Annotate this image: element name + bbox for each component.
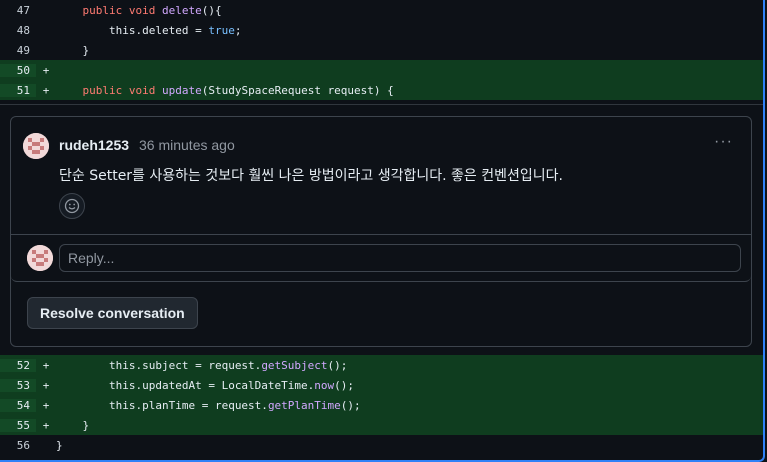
reply-input[interactable]: [59, 244, 741, 272]
reply-row: [11, 234, 751, 282]
code-token: void: [128, 3, 162, 17]
resolve-conversation-button[interactable]: Resolve conversation: [27, 297, 198, 329]
code-token: ;: [234, 23, 242, 37]
diff-view: 47 public void delete(){48 this.deleted …: [0, 0, 765, 462]
review-thread-container: rudeh1253 36 minutes ago ··· 단순 Setter를 …: [0, 104, 763, 356]
code-token: this.deleted =: [108, 23, 209, 37]
line-number[interactable]: 51: [0, 83, 36, 97]
diff-line-added: 55 + }: [0, 415, 763, 435]
diff-marker: +: [42, 83, 50, 97]
diff-line-context: 56}: [0, 435, 763, 455]
line-number[interactable]: 48: [0, 24, 36, 37]
diff-marker: +: [42, 378, 50, 392]
diff-hunk-top: 47 public void delete(){48 this.deleted …: [0, 0, 763, 100]
comment-timestamp[interactable]: 36 minutes ago: [139, 137, 235, 153]
line-number[interactable]: 55: [0, 418, 36, 432]
line-number[interactable]: 52: [0, 358, 36, 372]
code-token: }: [82, 418, 90, 432]
code-token: ();: [334, 378, 355, 392]
line-number[interactable]: 56: [0, 439, 36, 452]
code-token: public: [82, 83, 129, 97]
reply-avatar: [27, 245, 53, 271]
code-text: this.deleted = true;: [56, 24, 763, 37]
code-token: public: [82, 3, 129, 17]
code-token: }: [56, 438, 63, 452]
code-token: this.subject = request.: [108, 358, 262, 372]
line-number[interactable]: 54: [0, 398, 36, 412]
more-options-icon[interactable]: ···: [714, 133, 733, 151]
code-text: this.updatedAt = LocalDateTime.now();: [56, 379, 763, 392]
diff-line-added: 51 + public void update(StudySpaceRequest…: [0, 80, 763, 100]
comment-author[interactable]: rudeh1253: [59, 137, 129, 153]
code-text: this.subject = request.getSubject();: [56, 359, 763, 372]
code-token: getSubject: [261, 358, 328, 372]
diff-line-context: 47 public void delete(){: [0, 0, 763, 20]
diff-hunk-bottom: 52 + this.subject = request.getSubject();…: [0, 355, 763, 455]
code-token: delete: [161, 3, 202, 17]
code-text: }: [56, 44, 763, 57]
code-text: public void update(StudySpaceRequest req…: [56, 84, 763, 97]
avatar[interactable]: [23, 133, 49, 159]
code-token: }: [82, 43, 90, 57]
diff-line-context: 48 this.deleted = true;: [0, 20, 763, 40]
code-token: true: [208, 23, 235, 37]
smiley-icon: [64, 198, 80, 214]
line-number[interactable]: 49: [0, 44, 36, 57]
diff-marker: +: [42, 418, 50, 432]
code-token: ();: [340, 398, 361, 412]
code-token: (){: [201, 3, 222, 17]
comment-body: 단순 Setter를 사용하는 것보다 훨씬 나은 방법이라고 생각합니다. 좋…: [59, 168, 563, 184]
diff-line-added: 52 + this.subject = request.getSubject();: [0, 355, 763, 375]
code-text: this.planTime = request.getPlanTime();: [56, 399, 763, 412]
add-reaction-button[interactable]: [59, 193, 85, 219]
code-text: }: [56, 419, 763, 432]
code-text: public void delete(){: [56, 4, 763, 17]
code-token: now: [314, 378, 335, 392]
code-text: }: [56, 439, 763, 452]
diff-marker: +: [42, 398, 50, 412]
code-token: void: [128, 83, 162, 97]
diff-line-context: 49 }: [0, 40, 763, 60]
code-token: this.planTime = request.: [108, 398, 268, 412]
code-token: getPlanTime: [267, 398, 341, 412]
code-token: this.updatedAt = LocalDateTime.: [108, 378, 315, 392]
diff-marker: +: [42, 63, 50, 77]
code-token: ();: [327, 358, 348, 372]
line-number[interactable]: 50: [0, 63, 36, 77]
code-token: (StudySpaceRequest request) {: [201, 83, 394, 97]
diff-line-added: 50 +: [0, 60, 763, 80]
diff-line-added: 54 + this.planTime = request.getPlanTime(…: [0, 395, 763, 415]
line-number[interactable]: 47: [0, 4, 36, 17]
diff-marker: +: [42, 358, 50, 372]
diff-line-added: 53 + this.updatedAt = LocalDateTime.now()…: [0, 375, 763, 395]
code-token: update: [161, 83, 202, 97]
review-thread: rudeh1253 36 minutes ago ··· 단순 Setter를 …: [10, 116, 752, 347]
line-number[interactable]: 53: [0, 378, 36, 392]
